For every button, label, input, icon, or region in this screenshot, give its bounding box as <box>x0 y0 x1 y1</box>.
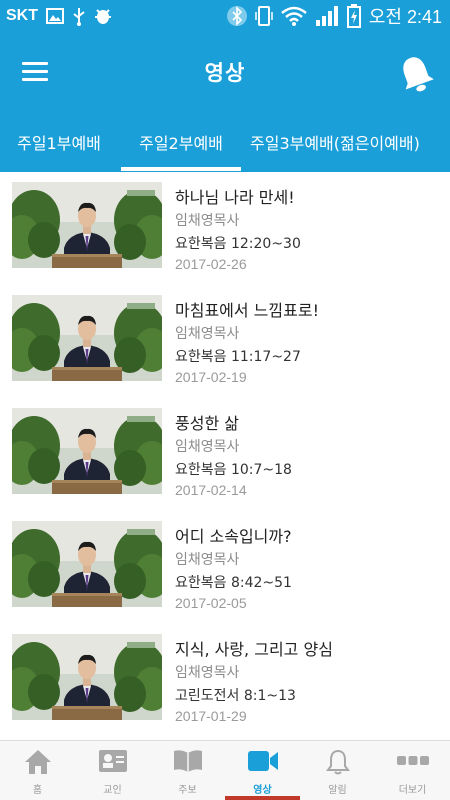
tab-service-2[interactable]: 주일2부예배 <box>121 112 241 172</box>
video-scripture: 요한복음 12:20~30 <box>175 236 301 252</box>
nav-members[interactable]: 교인 <box>75 741 150 800</box>
bell-outline-icon <box>325 749 350 779</box>
member-card-icon <box>98 749 128 777</box>
tab-selected-indicator <box>121 167 241 171</box>
vibrate-icon <box>255 5 273 27</box>
video-thumbnail <box>12 408 162 494</box>
video-thumbnail <box>12 521 162 607</box>
tab-service-3[interactable]: 주일3부예배(젊은이예배) <box>250 112 450 172</box>
video-list: 하나님 나라 만세! 임채영목사 요한복음 12:20~30 2017-02-2… <box>0 172 450 740</box>
wifi-icon <box>281 6 307 26</box>
status-right: 오전 2:41 <box>226 3 442 29</box>
nav-video[interactable]: 영상 <box>225 741 300 800</box>
bulletin-book-icon <box>172 749 204 777</box>
status-clock: 오전 2:41 <box>368 7 442 27</box>
tab-service-1[interactable]: 주일1부예배 <box>0 112 118 172</box>
video-title: 마침표에서 느낌표로! <box>175 301 319 320</box>
video-list-item[interactable]: 지식, 사랑, 그리고 양심 임채영목사 고린도전서 8:1~13 2017-0… <box>0 624 450 737</box>
hamburger-menu-icon[interactable] <box>22 62 48 82</box>
page-title: 영상 <box>204 61 246 85</box>
nav-label: 영상 <box>253 785 272 796</box>
video-list-item[interactable]: 마침표에서 느낌표로! 임채영목사 요한복음 11:17~27 2017-02-… <box>0 285 450 398</box>
video-preacher: 임채영목사 <box>175 439 240 455</box>
video-date: 2017-01-29 <box>175 708 247 724</box>
tab-bar: 주일1부예배 주일2부예배 주일3부예배(젊은이예배) <box>0 112 450 172</box>
nav-label: 홈 <box>32 785 43 796</box>
video-thumbnail <box>12 295 162 381</box>
video-preacher: 임채영목사 <box>175 552 240 568</box>
more-dots-icon <box>396 749 430 777</box>
video-thumbnail <box>12 182 162 268</box>
video-title: 지식, 사랑, 그리고 양심 <box>175 640 333 659</box>
video-preacher: 임채영목사 <box>175 213 240 229</box>
video-scripture: 고린도전서 8:1~13 <box>175 688 296 704</box>
nav-more[interactable]: 더보기 <box>375 741 450 800</box>
video-date: 2017-02-26 <box>175 256 247 272</box>
video-scripture: 요한복음 11:17~27 <box>175 349 301 365</box>
nav-label: 알림 <box>328 785 347 796</box>
video-scripture: 요한복음 10:7~18 <box>175 462 292 478</box>
android-debug-icon <box>94 7 112 25</box>
usb-icon <box>72 6 86 26</box>
battery-icon <box>346 4 361 28</box>
video-title: 하나님 나라 만세! <box>175 188 295 207</box>
nav-home[interactable]: 홈 <box>0 741 75 800</box>
video-date: 2017-02-19 <box>175 369 247 385</box>
bell-icon[interactable] <box>394 52 438 96</box>
video-thumbnail <box>12 634 162 720</box>
app-bar: 영상 <box>0 32 450 112</box>
video-preacher: 임채영목사 <box>175 326 240 342</box>
video-title: 풍성한 삶 <box>175 414 239 433</box>
bottom-nav: 홈 교인 주보 영상 알림 더보기 <box>0 740 450 800</box>
video-date: 2017-02-05 <box>175 595 247 611</box>
bluetooth-icon <box>226 5 247 27</box>
video-scripture: 요한복음 8:42~51 <box>175 575 292 591</box>
video-title: 어디 소속입니까? <box>175 527 292 546</box>
video-list-item[interactable]: 하나님 나라 만세! 임채영목사 요한복음 12:20~30 2017-02-2… <box>0 172 450 285</box>
nav-bulletin[interactable]: 주보 <box>150 741 225 800</box>
signal-icon <box>315 5 339 27</box>
video-list-item[interactable]: 풍성한 삶 임채영목사 요한복음 10:7~18 2017-02-14 <box>0 398 450 511</box>
nav-label: 더보기 <box>398 785 427 796</box>
video-camera-icon <box>247 749 279 777</box>
carrier-label: SKT <box>6 7 38 24</box>
nav-label: 주보 <box>178 785 197 796</box>
status-bar: SKT 오전 2:41 <box>0 0 450 32</box>
home-icon <box>24 749 52 779</box>
nav-label: 교인 <box>103 785 122 796</box>
video-date: 2017-02-14 <box>175 482 247 498</box>
status-left: SKT <box>6 6 112 26</box>
video-preacher: 임채영목사 <box>175 665 240 681</box>
video-list-item[interactable]: 어디 소속입니까? 임채영목사 요한복음 8:42~51 2017-02-05 <box>0 511 450 624</box>
nav-active-indicator <box>225 796 300 800</box>
gallery-icon <box>46 8 64 24</box>
nav-notifications[interactable]: 알림 <box>300 741 375 800</box>
